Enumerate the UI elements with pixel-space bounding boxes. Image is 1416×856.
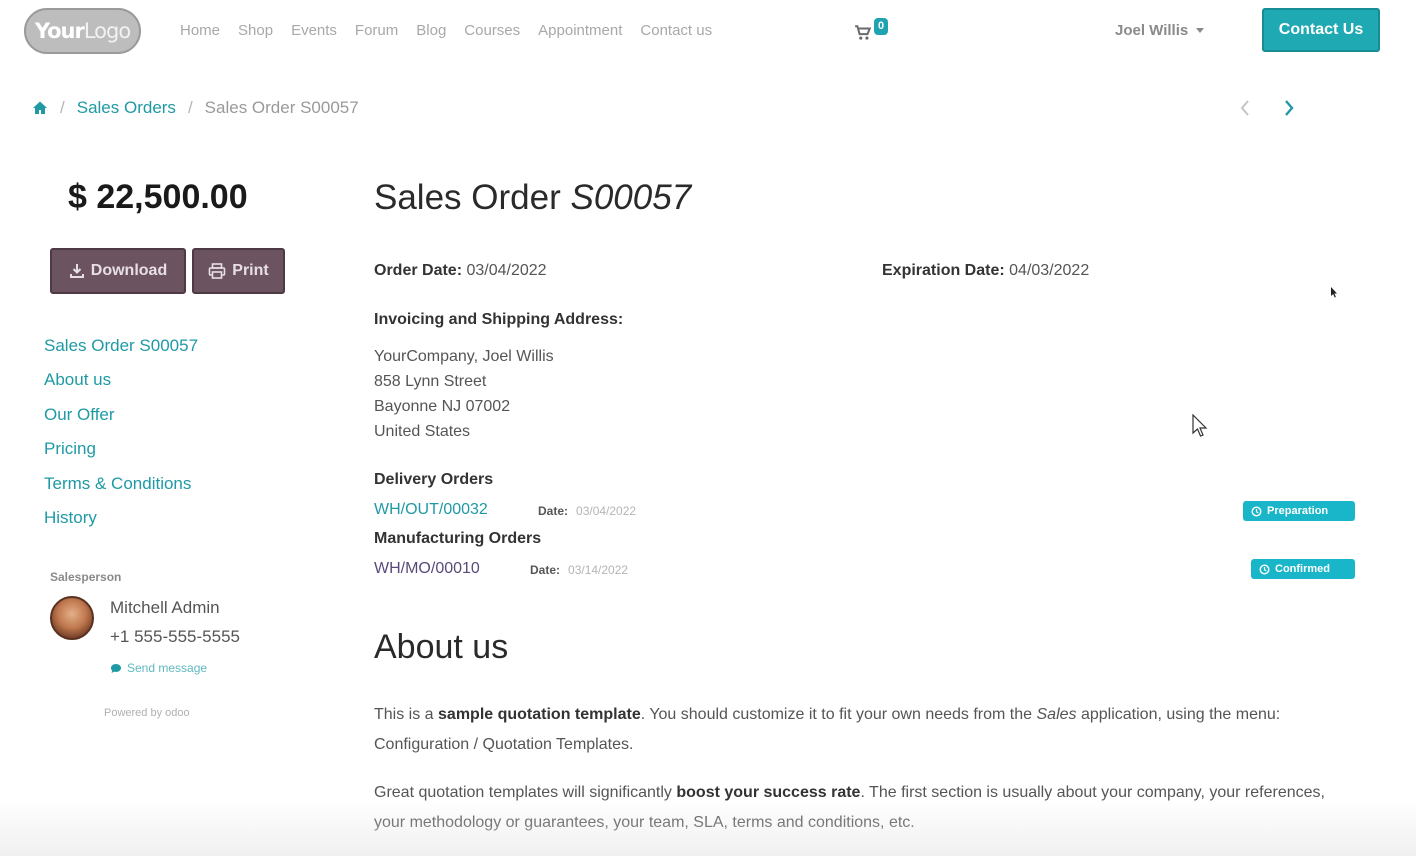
nav-blog[interactable]: Blog [416,22,446,39]
about-paragraph-1: This is a sample quotation template. You… [374,700,1334,760]
cart-button[interactable]: 0 [854,18,889,42]
salesperson-name: Mitchell Admin [110,598,220,617]
status-badge-confirmed: Confirmed [1251,559,1355,579]
salesperson-phone: +1 555-555-5555 [110,627,240,646]
toc-terms-conditions[interactable]: Terms & Conditions [44,474,198,508]
address-block: YourCompany, Joel Willis 858 Lynn Street… [374,344,554,444]
nav-forum[interactable]: Forum [355,22,398,39]
address-line: 858 Lynn Street [374,373,487,390]
salesperson-label: Salesperson [50,570,122,584]
user-dropdown[interactable]: Joel Willis [1115,22,1205,39]
print-label: Print [232,262,269,279]
send-message-label: Send message [127,661,208,675]
nav-home[interactable]: Home [180,22,220,39]
download-button[interactable]: Download [50,248,186,294]
page-title: Sales Order S00057 [374,178,691,218]
caret-down-icon [1196,28,1205,33]
main-menu: Home Shop Events Forum Blog Courses Appo… [180,22,730,39]
expiration-date-value: 04/03/2022 [1009,262,1090,279]
company-logo[interactable]: Your Logo [24,8,141,54]
manufacturing-date: Date: 03/14/2022 [530,563,628,577]
nav-courses[interactable]: Courses [464,22,520,39]
cart-icon [855,25,872,40]
address-line: Bayonne NJ 07002 [374,398,511,415]
manufacturing-status: Confirmed [1275,563,1330,575]
toc-pricing[interactable]: Pricing [44,439,198,473]
user-name: Joel Willis [1115,22,1189,39]
status-badge-preparation: Preparation [1243,501,1355,521]
small-cursor-icon [1331,287,1337,298]
top-navbar: Your Logo Home Shop Events Forum Blog Cou… [0,0,1416,62]
delivery-order-link[interactable]: WH/OUT/00032 [374,501,488,519]
clock-icon [1251,505,1262,517]
print-icon [208,263,226,279]
breadcrumb: / Sales Orders / Sales Order S00057 [32,98,359,118]
toc-history[interactable]: History [44,508,198,542]
chevron-right-icon[interactable] [1280,96,1298,120]
mouse-pointer-icon [1192,414,1208,437]
text-run: . You should customize it to fit your ow… [640,706,1037,723]
delivery-date: Date: 03/04/2022 [538,504,636,518]
order-date: Order Date: 03/04/2022 [374,262,547,280]
manufacturing-order-link[interactable]: WH/MO/00010 [374,560,480,578]
chat-icon [111,663,121,673]
nav-shop[interactable]: Shop [238,22,273,39]
breadcrumb-separator: / [187,98,193,117]
delivery-status: Preparation [1267,505,1329,517]
address-line: United States [374,423,471,440]
manufacturing-orders-label: Manufacturing Orders [374,530,542,547]
toc-our-offer[interactable]: Our Offer [44,405,198,439]
home-icon[interactable] [32,100,48,116]
address-line: YourCompany, Joel Willis [374,348,554,365]
order-date-label: Order Date: [374,262,463,279]
table-of-contents: Sales Order S00057 About us Our Offer Pr… [44,336,198,542]
address-label: Invoicing and Shipping Address: [374,311,624,328]
contact-us-button[interactable]: Contact Us [1262,8,1380,52]
about-paragraph-2: Great quotation templates will significa… [374,778,1334,838]
print-button[interactable]: Print [192,248,285,294]
order-date-value: 03/04/2022 [466,262,547,279]
manufacturing-date-value: 03/14/2022 [568,563,629,577]
delivery-date-label: Date: [538,504,569,518]
powered-by: Powered by odoo [104,707,190,719]
expiration-date-label: Expiration Date: [882,262,1005,279]
manufacturing-date-label: Date: [530,563,561,577]
title-order-number: S00057 [570,178,692,217]
download-label: Download [90,262,168,279]
nav-contact-us[interactable]: Contact us [640,22,712,39]
text-italic: Sales [1036,706,1077,723]
breadcrumb-sales-orders[interactable]: Sales Orders [77,98,176,118]
send-message-link[interactable]: Send message [110,661,207,675]
breadcrumb-current: Sales Order S00057 [204,98,359,117]
logo-part2: Logo [83,19,131,43]
expiration-date: Expiration Date: 04/03/2022 [882,262,1089,280]
toc-sales-order[interactable]: Sales Order S00057 [44,336,198,370]
salesperson-avatar [50,596,94,640]
download-icon [69,264,84,278]
chevron-left-icon[interactable] [1236,96,1254,120]
title-prefix: Sales Order [374,178,561,217]
clock-icon [1259,563,1270,575]
order-total-amount: $ 22,500.00 [68,178,248,216]
text-run: Great quotation templates will significa… [374,784,677,801]
logo-part1: Your [34,19,85,43]
nav-events[interactable]: Events [291,22,337,39]
delivery-orders-label: Delivery Orders [374,471,494,488]
nav-appointment[interactable]: Appointment [538,22,622,39]
text-bold: boost your success rate [676,784,861,801]
about-us-heading: About us [374,628,509,666]
text-run: This is a [374,706,439,723]
cart-count-badge: 0 [874,18,889,35]
breadcrumb-separator: / [60,98,65,117]
text-bold: sample quotation template [438,706,641,723]
toc-about-us[interactable]: About us [44,370,198,404]
delivery-date-value: 03/04/2022 [576,504,637,518]
